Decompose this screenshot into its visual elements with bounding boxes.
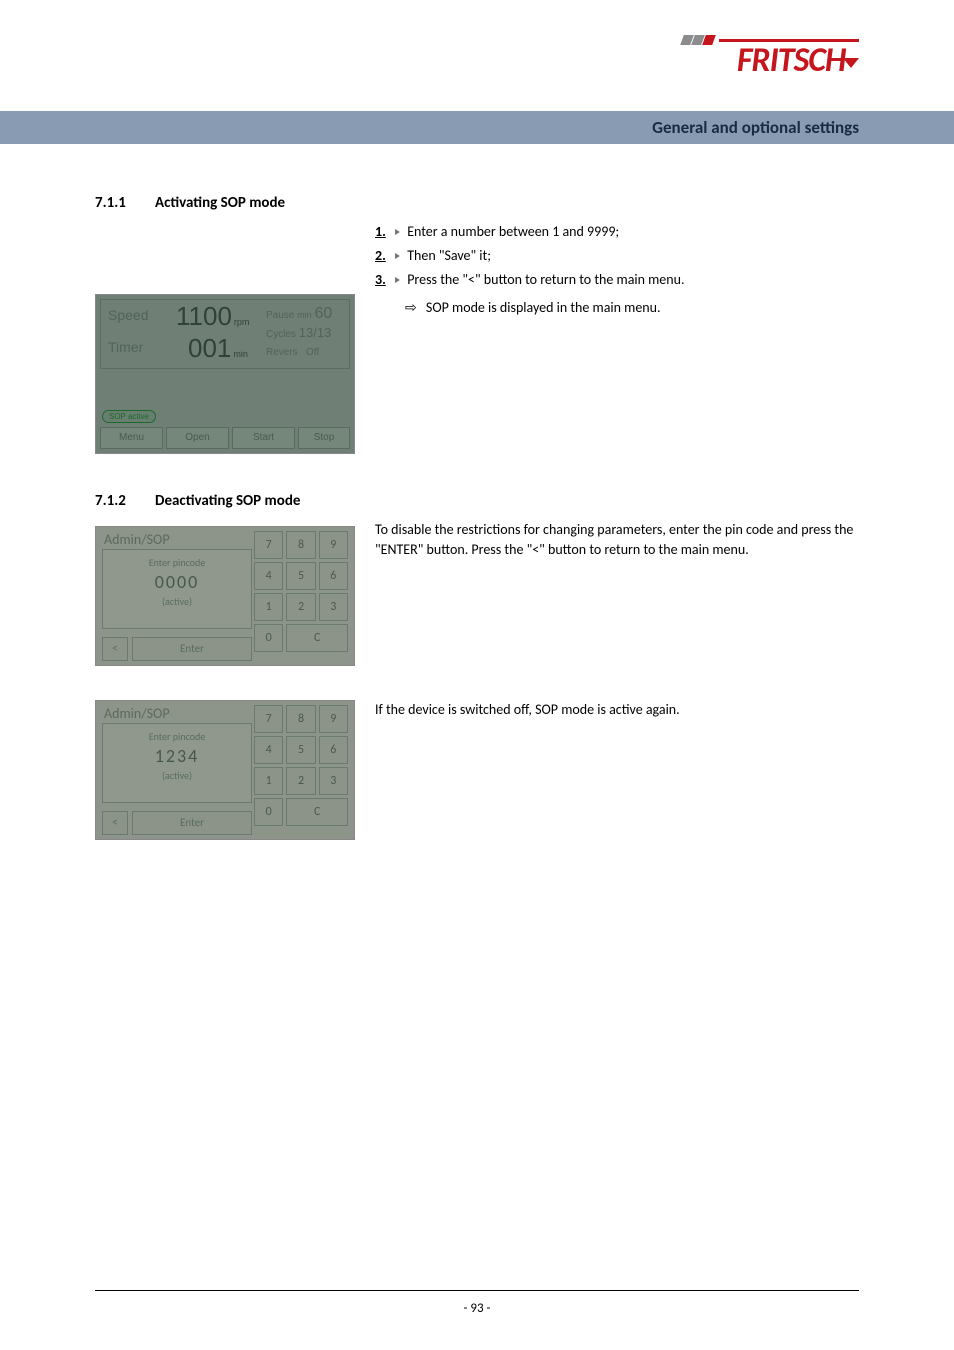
step-number: 3. [375,271,386,288]
step-text: Enter a number between 1 and 9999; [407,223,619,240]
enter-button[interactable]: Enter [132,811,252,835]
switched-off-paragraph: If the device is switched off, SOP mode … [375,700,859,720]
step-2: 2. Then "Save" it; [375,246,859,266]
back-button[interactable]: < [102,811,128,835]
key-2[interactable]: 2 [286,593,315,621]
content-row: Speed 1100rpm Timer 001min Pause min 60 … [95,222,859,454]
step-1: 1. Enter a number between 1 and 9999; [375,222,859,242]
key-1[interactable]: 1 [254,593,283,621]
page-number: - 93 - [0,1301,954,1316]
step-number: 1. [375,223,386,240]
enter-button[interactable]: Enter [132,637,252,661]
keypad-status: (active) [103,769,251,782]
page-footer: - 93 - [0,1290,954,1316]
left-column: Admin/SOP Enter pincode 0000 (active) < … [95,520,355,666]
numeric-keypad: 7 8 9 4 5 6 1 2 3 0 C [254,705,348,826]
content-row: Admin/SOP Enter pincode 1234 (active) < … [95,700,859,840]
logo-squares-icon [682,31,715,50]
section-title: Activating SOP mode [155,194,285,212]
section-band: General and optional settings [0,111,954,144]
numeric-keypad: 7 8 9 4 5 6 1 2 3 0 C [254,531,348,652]
lcd-speed-label: Speed [108,307,148,323]
result-text: SOP mode is displayed in the main menu. [426,299,661,316]
key-4[interactable]: 4 [254,562,283,590]
key-0[interactable]: 0 [254,798,283,826]
step-3: 3. Press the "<" button to return to the… [375,270,859,290]
key-6[interactable]: 6 [319,562,348,590]
arrow-icon [395,253,400,259]
key-4[interactable]: 4 [254,736,283,764]
stop-button[interactable]: Stop [298,427,350,449]
step-number: 2. [375,247,386,264]
band-title: General and optional settings [652,117,859,138]
right-column: If the device is switched off, SOP mode … [355,700,859,840]
brand-name: FRITSCH [737,40,846,81]
step-result: ⇨ SOP mode is displayed in the main menu… [405,297,859,318]
lcd-revers: Revers Off [266,347,319,358]
keypad-title: Admin/SOP [104,531,170,548]
key-2[interactable]: 2 [286,767,315,795]
keypad-message: Enter pincode [103,730,251,743]
key-9[interactable]: 9 [319,705,348,733]
lcd-timer-label: Timer [108,339,143,355]
deactivate-paragraph: To disable the restrictions for changing… [375,520,859,561]
brand-logo: FRITSCH [682,30,859,91]
back-button[interactable]: < [102,637,128,661]
lcd-buttons: Menu Open Start Stop [100,427,350,449]
key-clear[interactable]: C [286,624,348,652]
key-5[interactable]: 5 [286,562,315,590]
lcd-pause: Pause min 60 [266,305,332,323]
header: FRITSCH [0,0,954,91]
keypad-title: Admin/SOP [104,705,170,722]
key-0[interactable]: 0 [254,624,283,652]
section-heading: 7.1.2 Deactivating SOP mode [95,492,859,510]
result-arrow-icon: ⇨ [405,299,417,315]
section-number: 7.1.1 [95,194,155,212]
key-3[interactable]: 3 [319,593,348,621]
keypad-value: 1234 [103,745,251,767]
keypad-status: (active) [103,595,251,608]
sop-active-badge: SOP active [102,410,156,423]
keypad-display: Enter pincode 0000 (active) [102,549,252,629]
page: FRITSCH General and optional settings 7.… [0,0,954,1350]
keypad-screenshot-b: Admin/SOP Enter pincode 1234 (active) < … [95,700,355,840]
left-column: Admin/SOP Enter pincode 1234 (active) < … [95,700,355,840]
lcd-cycles: Cycles 13/13 [266,325,331,340]
keypad-screenshot-a: Admin/SOP Enter pincode 0000 (active) < … [95,526,355,666]
section-heading: 7.1.1 Activating SOP mode [95,194,859,212]
logo-area: FRITSCH [95,30,859,91]
key-5[interactable]: 5 [286,736,315,764]
lcd-screenshot: Speed 1100rpm Timer 001min Pause min 60 … [95,294,355,454]
lcd-timer-value: 001min [188,333,248,364]
keypad-message: Enter pincode [103,556,251,569]
logo-triangle-icon [843,58,859,68]
key-9[interactable]: 9 [319,531,348,559]
key-clear[interactable]: C [286,798,348,826]
section-number: 7.1.2 [95,492,155,510]
menu-button[interactable]: Menu [100,427,163,449]
right-column: 1. Enter a number between 1 and 9999; 2.… [355,222,859,454]
keypad-value: 0000 [103,571,251,593]
start-button[interactable]: Start [232,427,295,449]
key-7[interactable]: 7 [254,705,283,733]
left-column: Speed 1100rpm Timer 001min Pause min 60 … [95,222,355,454]
open-button[interactable]: Open [166,427,229,449]
key-6[interactable]: 6 [319,736,348,764]
key-8[interactable]: 8 [286,705,315,733]
step-text: Then "Save" it; [407,247,491,264]
key-8[interactable]: 8 [286,531,315,559]
key-1[interactable]: 1 [254,767,283,795]
lcd-speed-value: 1100rpm [176,301,249,332]
key-3[interactable]: 3 [319,767,348,795]
section-title: Deactivating SOP mode [155,492,300,510]
right-column: To disable the restrictions for changing… [355,520,859,666]
body: 7.1.1 Activating SOP mode Speed 1100rpm … [0,144,954,840]
footer-rule [95,1290,859,1291]
key-7[interactable]: 7 [254,531,283,559]
content-row: Admin/SOP Enter pincode 0000 (active) < … [95,520,859,666]
arrow-icon [395,229,400,235]
arrow-icon [395,277,400,283]
keypad-display: Enter pincode 1234 (active) [102,723,252,803]
step-text: Press the "<" button to return to the ma… [407,271,684,288]
